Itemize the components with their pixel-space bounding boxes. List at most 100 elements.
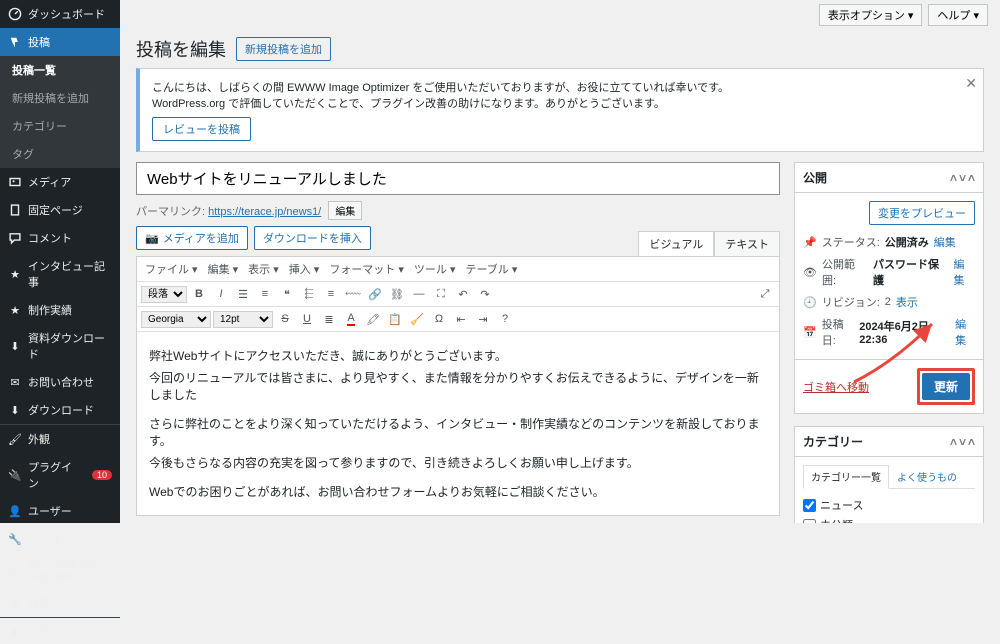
sidebar-item-pages[interactable]: 固定ページ xyxy=(0,196,120,224)
screen-options-button[interactable]: 表示オプション ▾ xyxy=(819,4,923,26)
chevron-up-icon[interactable]: ˄ xyxy=(950,171,957,185)
cat-tab-all[interactable]: カテゴリー一覧 xyxy=(803,465,889,489)
trash-link[interactable]: ゴミ箱へ移動 xyxy=(803,379,869,395)
menu-format[interactable]: フォーマット ▾ xyxy=(325,259,408,279)
tab-text[interactable]: テキスト xyxy=(714,231,780,257)
strike-icon[interactable]: S xyxy=(275,309,295,329)
status-edit-link[interactable]: 編集 xyxy=(934,234,956,250)
migrate-icon: ⟳ xyxy=(8,564,22,578)
align-right-icon[interactable]: ⬳ xyxy=(343,284,363,304)
acf-icon: ◆ xyxy=(8,624,22,638)
chevron-up-icon[interactable]: ˄ xyxy=(968,171,975,185)
chevron-up-icon[interactable]: ˄ xyxy=(968,435,975,449)
menu-file[interactable]: ファイル ▾ xyxy=(141,259,202,279)
ol-icon[interactable]: ≡ xyxy=(255,284,275,304)
plugins-badge: 10 xyxy=(92,470,112,480)
page-header: 投稿を編集 新規投稿を追加 xyxy=(120,30,1000,68)
sidebar-item-appearance[interactable]: 🖌外観 xyxy=(0,425,120,453)
sidebar-item-comments[interactable]: コメント xyxy=(0,224,120,252)
chevron-down-icon[interactable]: ˅ xyxy=(959,435,966,449)
visibility-edit-link[interactable]: 編集 xyxy=(953,256,975,288)
menu-view[interactable]: 表示 ▾ xyxy=(244,259,283,279)
expand-icon[interactable]: ⤢ xyxy=(755,284,775,304)
date-edit-link[interactable]: 編集 xyxy=(955,316,975,348)
cat-item-uncategorized[interactable]: 未分類 xyxy=(803,515,975,523)
plugin-icon: 🔌 xyxy=(8,468,22,482)
sidebar-item-media[interactable]: メディア xyxy=(0,168,120,196)
tab-visual[interactable]: ビジュアル xyxy=(638,231,714,257)
sidebar-item-aio[interactable]: ⟳All-in-One WP Migration xyxy=(0,553,120,589)
comment-icon xyxy=(8,231,22,245)
review-button[interactable]: レビューを投稿 xyxy=(152,117,251,141)
textcolor-icon[interactable]: A xyxy=(341,309,361,329)
post-title-input[interactable] xyxy=(136,162,780,195)
unlink-icon[interactable]: ⛓ xyxy=(387,284,407,304)
sidebar-item-acf[interactable]: ◆ACF xyxy=(0,618,120,644)
permalink-url[interactable]: https://terace.jp/news1/ xyxy=(208,206,321,218)
update-button[interactable]: 更新 xyxy=(922,373,970,400)
chevron-down-icon[interactable]: ˅ xyxy=(959,171,966,185)
paste-icon[interactable]: 📋 xyxy=(385,309,405,329)
outdent-icon[interactable]: ⇤ xyxy=(451,309,471,329)
revision-view-link[interactable]: 表示 xyxy=(896,294,918,310)
notice-line1: こんにちは、しばらくの間 EWWW Image Optimizer をご使用いた… xyxy=(152,79,971,95)
notice-line2: WordPress.org で評価していただくことで、プラグイン改善の助けになり… xyxy=(152,95,971,111)
fontsize-select[interactable]: 12pt xyxy=(213,311,273,328)
clear-icon[interactable]: 🧹 xyxy=(407,309,427,329)
chevron-up-icon[interactable]: ˄ xyxy=(950,435,957,449)
notice-dismiss-icon[interactable]: ✕ xyxy=(965,75,977,92)
ul-icon[interactable]: ☰ xyxy=(233,284,253,304)
fullscreen-icon[interactable]: ⛶ xyxy=(431,284,451,304)
format-select[interactable]: 段落 xyxy=(141,286,187,303)
sidebar-item-tools[interactable]: 🔧ツール xyxy=(0,525,120,553)
cat-item-news[interactable]: ニュース xyxy=(803,495,975,515)
bold-icon[interactable]: B xyxy=(189,284,209,304)
screen-meta-links: 表示オプション ▾ ヘルプ ▾ xyxy=(120,0,1000,30)
cat-tab-most[interactable]: よく使うもの xyxy=(889,465,965,488)
help-button[interactable]: ヘルプ ▾ xyxy=(928,4,988,26)
help-icon[interactable]: ? xyxy=(495,309,515,329)
menu-insert[interactable]: 挿入 ▾ xyxy=(285,259,324,279)
menu-edit[interactable]: 編集 ▾ xyxy=(204,259,243,279)
insert-download-button[interactable]: ダウンロードを挿入 xyxy=(254,226,371,250)
undo-icon[interactable]: ↶ xyxy=(453,284,473,304)
sidebar-item-contact[interactable]: ✉お問い合わせ xyxy=(0,368,120,396)
sidebar-item-interview[interactable]: ★インタビュー記事 xyxy=(0,252,120,296)
sidebar-item-posts[interactable]: 投稿 xyxy=(0,28,120,56)
sidebar-item-users[interactable]: 👤ユーザー xyxy=(0,497,120,525)
add-media-button[interactable]: 📷メディアを追加 xyxy=(136,226,248,250)
sidebar-sub-add-new[interactable]: 新規投稿を追加 xyxy=(0,84,120,112)
align-center-icon[interactable]: ≡ xyxy=(321,284,341,304)
sidebar-sub-categories[interactable]: カテゴリー xyxy=(0,112,120,140)
editor-toolbar: ファイル ▾ 編集 ▾ 表示 ▾ 挿入 ▾ フォーマット ▾ ツール ▾ テーブ… xyxy=(136,256,780,516)
sidebar-sub-posts-list[interactable]: 投稿一覧 xyxy=(0,56,120,84)
justify-icon[interactable]: ≣ xyxy=(319,309,339,329)
brush-icon: 🖌 xyxy=(8,432,22,446)
more-icon[interactable]: — xyxy=(409,284,429,304)
bgcolor-icon[interactable]: 🖍 xyxy=(363,309,383,329)
sidebar-item-downloads-doc[interactable]: ⬇資料ダウンロード xyxy=(0,324,120,368)
sidebar-item-dashboard[interactable]: ダッシュボード xyxy=(0,0,120,28)
italic-icon[interactable]: I xyxy=(211,284,231,304)
preview-button[interactable]: 変更をプレビュー xyxy=(869,201,975,225)
indent-icon[interactable]: ⇥ xyxy=(473,309,493,329)
pin-icon: 📌 xyxy=(803,236,817,249)
sidebar-item-settings[interactable]: ⚙設定 xyxy=(0,589,120,617)
underline-icon[interactable]: U xyxy=(297,309,317,329)
permalink-edit-button[interactable]: 編集 xyxy=(328,201,362,220)
menu-table[interactable]: テーブル ▾ xyxy=(461,259,521,279)
sidebar-item-plugins[interactable]: 🔌プラグイン10 xyxy=(0,453,120,497)
quote-icon[interactable]: ❝ xyxy=(277,284,297,304)
sidebar-item-works[interactable]: ★制作実績 xyxy=(0,296,120,324)
add-new-post-button[interactable]: 新規投稿を追加 xyxy=(236,37,331,61)
menu-tools[interactable]: ツール ▾ xyxy=(410,259,460,279)
link-icon[interactable]: 🔗 xyxy=(365,284,385,304)
align-left-icon[interactable]: ⬱ xyxy=(299,284,319,304)
redo-icon[interactable]: ↷ xyxy=(475,284,495,304)
sidebar-sub-tags[interactable]: タグ xyxy=(0,140,120,168)
sidebar-item-download[interactable]: ⬇ダウンロード xyxy=(0,396,120,424)
special-icon[interactable]: Ω xyxy=(429,309,449,329)
media-icon xyxy=(8,175,22,189)
editor-content[interactable]: 弊社Webサイトにアクセスいただき、誠にありがとうございます。 今回のリニューア… xyxy=(137,332,779,515)
font-select[interactable]: Georgia xyxy=(141,311,211,328)
